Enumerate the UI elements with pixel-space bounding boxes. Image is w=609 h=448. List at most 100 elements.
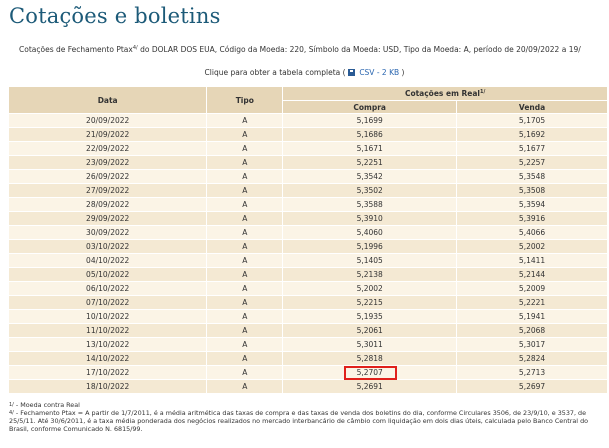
cell-tipo: A — [206, 225, 284, 240]
cell-compra: 5,2251 — [282, 155, 458, 170]
cell-tipo-value: A — [242, 382, 248, 391]
cell-data: 23/09/2022 — [9, 155, 208, 170]
cell-data-value: 22/09/2022 — [86, 144, 130, 153]
cell-compra: 5,4060 — [282, 225, 458, 240]
cell-venda-value: 5,1677 — [518, 144, 546, 153]
cell-venda-value: 5,3594 — [518, 200, 546, 209]
table-row: 29/09/2022 A 5,3910 5,3916 — [9, 211, 608, 226]
cell-data: 06/10/2022 — [9, 281, 208, 296]
cell-venda: 5,3017 — [456, 337, 608, 352]
cell-tipo: A — [206, 379, 284, 394]
table-row: 23/09/2022 A 5,2251 5,2257 — [9, 155, 608, 170]
cell-data: 10/10/2022 — [9, 309, 208, 324]
cell-compra: 5,2002 — [282, 281, 458, 296]
cell-compra-value: 5,2002 — [356, 284, 383, 293]
cell-compra-value: 5,2061 — [356, 326, 383, 335]
cell-venda: 5,2824 — [456, 351, 608, 366]
cell-tipo-value: A — [242, 312, 248, 321]
cell-data-value: 21/09/2022 — [86, 130, 130, 139]
cell-venda: 5,3594 — [456, 197, 608, 212]
cell-tipo-value: A — [242, 326, 248, 335]
cell-venda-value: 5,2697 — [518, 382, 546, 391]
footnotes: 1/ - Moeda contra Real 4/ - Fechamento P… — [9, 401, 606, 433]
cell-compra: 5,2707 — [282, 365, 458, 380]
cell-tipo: A — [206, 127, 284, 142]
table-row: 20/09/2022 A 5,1699 5,1705 — [9, 113, 608, 128]
cell-tipo: A — [206, 351, 284, 366]
cell-compra: 5,2138 — [282, 267, 458, 282]
cell-compra-value: 5,2215 — [356, 298, 383, 307]
description-prefix: Cotações de Fechamento Ptax — [19, 45, 133, 54]
cell-data-value: 28/09/2022 — [86, 200, 130, 209]
cell-compra: 5,1699 — [282, 113, 458, 128]
cell-data-value: 20/09/2022 — [86, 116, 130, 125]
table-row: 26/09/2022 A 5,3542 5,3548 — [9, 169, 608, 184]
cell-venda: 5,2002 — [456, 239, 608, 254]
cell-compra-value: 5,3588 — [356, 200, 383, 209]
cell-tipo-value: A — [242, 228, 248, 237]
cell-data-value: 10/10/2022 — [86, 312, 130, 321]
cell-tipo: A — [206, 295, 284, 310]
cell-data-value: 26/09/2022 — [86, 172, 130, 181]
cell-data: 17/10/2022 — [9, 365, 208, 380]
table-row: 28/09/2022 A 5,3588 5,3594 — [9, 197, 608, 212]
cell-data-value: 03/10/2022 — [86, 242, 130, 251]
cell-data: 14/10/2022 — [9, 351, 208, 366]
cell-data-value: 04/10/2022 — [86, 256, 130, 265]
table-row: 14/10/2022 A 5,2818 5,2824 — [9, 351, 608, 366]
cell-venda-value: 5,2713 — [518, 368, 546, 377]
cell-compra: 5,3588 — [282, 197, 458, 212]
cell-data-value: 07/10/2022 — [86, 298, 130, 307]
cell-venda: 5,2257 — [456, 155, 608, 170]
cell-tipo-value: A — [242, 116, 248, 125]
footnote-4: 4/ - Fechamento Ptax = A partir de 1/7/2… — [9, 409, 606, 433]
cotacoes-label: Cotações em Real — [404, 89, 481, 98]
footnote-4-text: - Fechamento Ptax = A partir de 1/7/2011… — [9, 409, 589, 433]
cell-compra-value: 5,2818 — [356, 354, 383, 363]
download-line: Clique para obter a tabela completa ( CS… — [0, 68, 609, 77]
cell-venda: 5,1941 — [456, 309, 608, 324]
column-header-data: Data — [9, 87, 208, 114]
cell-venda: 5,1677 — [456, 141, 608, 156]
cell-data-value: 17/10/2022 — [86, 368, 130, 377]
download-prefix: Clique para obter a tabela completa ( — [204, 68, 348, 77]
cell-compra-value: 5,3011 — [356, 340, 383, 349]
cell-compra-value: 5,1699 — [356, 116, 383, 125]
cell-venda: 5,2068 — [456, 323, 608, 338]
cell-tipo-value: A — [242, 186, 248, 195]
cell-venda: 5,1705 — [456, 113, 608, 128]
cotacoes-footnote-ref: 1/ — [480, 89, 486, 95]
cell-venda: 5,3548 — [456, 169, 608, 184]
cell-compra: 5,3502 — [282, 183, 458, 198]
csv-download-link[interactable]: CSV - 2 KB — [347, 68, 399, 77]
cell-venda: 5,4066 — [456, 225, 608, 240]
cell-data: 04/10/2022 — [9, 253, 208, 268]
cell-data: 05/10/2022 — [9, 267, 208, 282]
cell-venda: 5,1411 — [456, 253, 608, 268]
cell-data: 18/10/2022 — [9, 379, 208, 394]
cell-data-value: 05/10/2022 — [86, 270, 130, 279]
cell-venda-value: 5,2009 — [518, 284, 546, 293]
cell-venda-value: 5,2144 — [518, 270, 546, 279]
cell-venda-value: 5,3916 — [518, 214, 546, 223]
cell-venda: 5,2221 — [456, 295, 608, 310]
cell-venda-value: 5,2257 — [518, 158, 546, 167]
cell-venda: 5,2009 — [456, 281, 608, 296]
cell-compra: 5,1686 — [282, 127, 458, 142]
highlighted-cell-value: 5,2707 — [356, 368, 383, 377]
cell-venda-value: 5,2221 — [518, 298, 546, 307]
cell-data: 13/10/2022 — [9, 337, 208, 352]
cell-compra: 5,2818 — [282, 351, 458, 366]
cell-venda-value: 5,4066 — [518, 228, 546, 237]
quote-description: Cotações de Fechamento Ptax4/ do DOLAR D… — [19, 45, 581, 54]
cell-venda-value: 5,3017 — [518, 340, 546, 349]
cell-data-value: 14/10/2022 — [86, 354, 130, 363]
table-row: 07/10/2022 A 5,2215 5,2221 — [9, 295, 608, 310]
cell-tipo: A — [206, 239, 284, 254]
quotes-table: Data Tipo Cotações em Real1/ Compra Vend… — [9, 87, 608, 394]
cell-compra-value: 5,2251 — [356, 158, 383, 167]
cell-tipo: A — [206, 197, 284, 212]
cell-compra-value: 5,4060 — [356, 228, 383, 237]
cell-tipo-value: A — [242, 270, 248, 279]
cell-compra: 5,3910 — [282, 211, 458, 226]
